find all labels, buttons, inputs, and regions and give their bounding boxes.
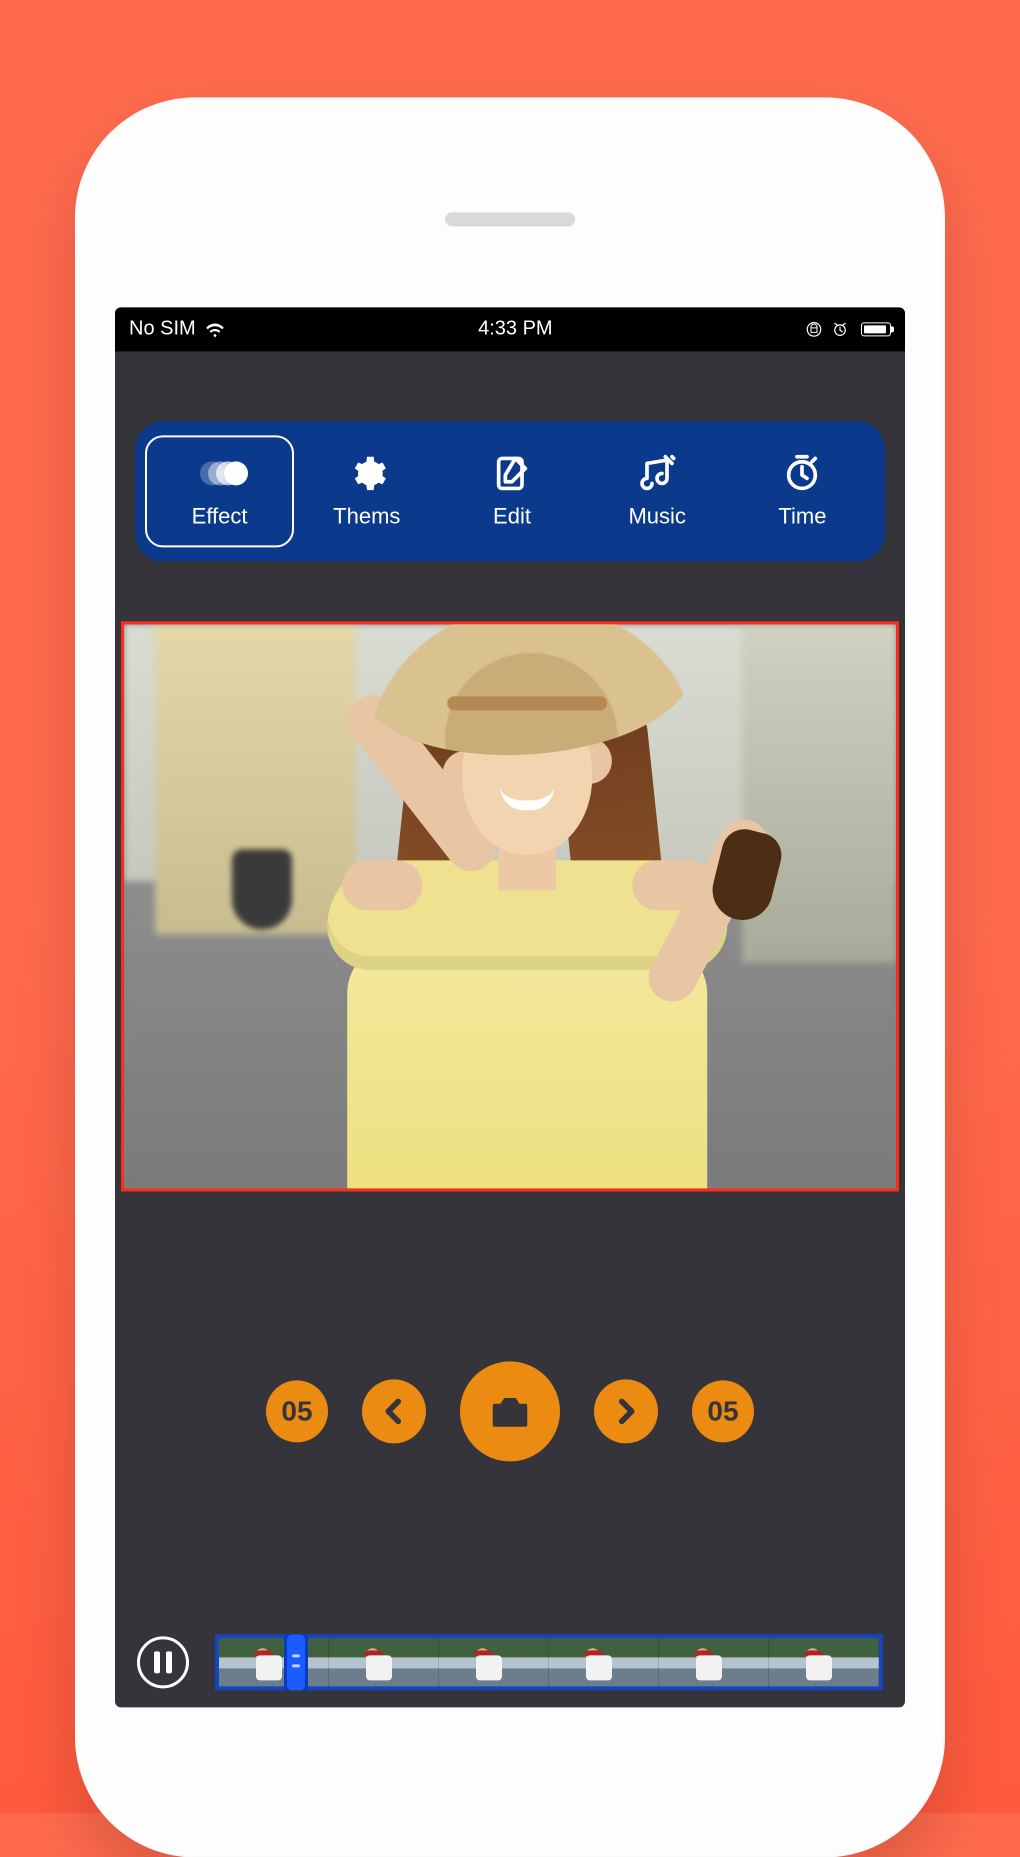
preview-subject xyxy=(312,690,742,1190)
tool-effect[interactable]: Effect xyxy=(145,435,294,547)
gear-icon xyxy=(347,453,387,493)
timeline-bar xyxy=(115,1617,905,1707)
timer-icon xyxy=(782,453,822,493)
chevron-left-icon xyxy=(377,1394,411,1428)
right-count-badge[interactable]: 05 xyxy=(692,1380,754,1442)
tool-time[interactable]: Time xyxy=(730,435,875,547)
carrier-label: No SIM xyxy=(129,317,196,340)
next-button[interactable] xyxy=(594,1379,658,1443)
playback-controls: 05 05 xyxy=(115,1361,905,1461)
alarm-icon xyxy=(831,320,849,338)
tool-themes[interactable]: Thems xyxy=(294,435,439,547)
music-icon xyxy=(637,453,677,493)
video-preview[interactable] xyxy=(121,621,899,1191)
phone-frame: No SIM 4:33 PM xyxy=(75,97,945,1857)
timeline-frame[interactable] xyxy=(329,1638,439,1686)
phone-speaker xyxy=(445,212,575,226)
timeline-frames xyxy=(219,1638,879,1686)
prev-button[interactable] xyxy=(362,1379,426,1443)
tool-edit[interactable]: Edit xyxy=(439,435,584,547)
capture-button[interactable] xyxy=(460,1361,560,1461)
tool-label: Edit xyxy=(493,503,531,529)
wifi-icon xyxy=(204,321,226,337)
timeline-frame[interactable] xyxy=(219,1638,329,1686)
timeline-frame[interactable] xyxy=(659,1638,769,1686)
edit-icon xyxy=(492,453,532,493)
tool-label: Thems xyxy=(333,503,400,529)
camera-icon xyxy=(487,1388,533,1434)
pause-button[interactable] xyxy=(137,1636,189,1688)
app-screen: No SIM 4:33 PM xyxy=(115,307,905,1707)
left-count-badge[interactable]: 05 xyxy=(266,1380,328,1442)
timeline-track[interactable] xyxy=(215,1634,883,1690)
tool-music[interactable]: Music xyxy=(585,435,730,547)
timeline-frame[interactable] xyxy=(769,1638,879,1686)
status-bar: No SIM 4:33 PM xyxy=(115,307,905,351)
tool-label: Effect xyxy=(192,503,248,529)
timeline-playhead[interactable] xyxy=(285,1634,307,1690)
tool-label: Time xyxy=(778,503,826,529)
battery-icon xyxy=(861,322,891,336)
chevron-right-icon xyxy=(609,1394,643,1428)
effect-icon xyxy=(200,453,240,493)
editor-toolbar: Effect Thems Edit Music xyxy=(135,421,885,561)
timeline-frame[interactable] xyxy=(549,1638,659,1686)
orientation-lock-icon xyxy=(805,320,823,338)
clock-label: 4:33 PM xyxy=(478,317,552,340)
tool-label: Music xyxy=(628,503,685,529)
timeline-frame[interactable] xyxy=(439,1638,549,1686)
